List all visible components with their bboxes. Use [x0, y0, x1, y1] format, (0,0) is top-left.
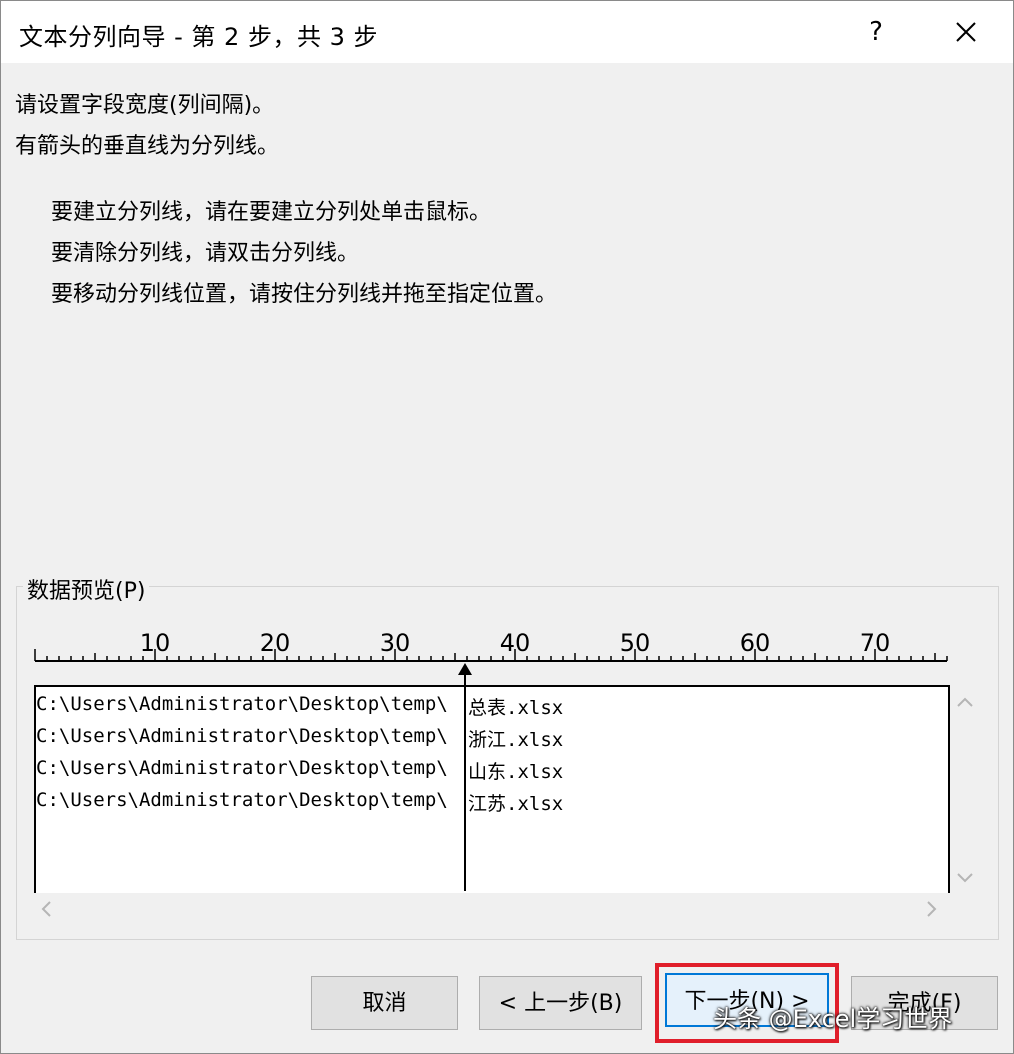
help-button[interactable]: ?	[853, 11, 899, 53]
preview-row-path: C:\Users\Administrator\Desktop\temp\	[36, 693, 448, 715]
data-preview-label: 数据预览(P)	[23, 573, 150, 605]
ruler-number: 20	[259, 629, 291, 657]
column-break-arrow-icon[interactable]	[458, 663, 472, 675]
close-button[interactable]	[941, 11, 991, 53]
instruction-create-break: 要建立分列线，请在要建立分列处单击鼠标。	[51, 200, 492, 225]
preview-row-filename: 总表.xlsx	[468, 697, 564, 719]
instruction-line-1: 请设置字段宽度(列间隔)。	[15, 93, 275, 118]
back-button[interactable]: < 上一步(B)	[479, 976, 642, 1030]
scroll-right-icon[interactable]	[926, 899, 938, 923]
window-title: 文本分列向导 - 第 2 步，共 3 步	[19, 23, 378, 51]
preview-row-filename: 浙江.xlsx	[468, 729, 564, 751]
ruler-number: 40	[499, 629, 531, 657]
preview-row-path: C:\Users\Administrator\Desktop\temp\	[36, 757, 448, 779]
preview-row-path: C:\Users\Administrator\Desktop\temp\	[36, 789, 448, 811]
column-ruler[interactable]: 10 20 30 40 50 60 70	[31, 621, 951, 667]
watermark-text: 头条 @Excel学习世界	[713, 1005, 953, 1033]
instruction-line-2: 有箭头的垂直线为分列线。	[15, 134, 280, 159]
data-preview-pane[interactable]: C:\Users\Administrator\Desktop\temp\ 总表.x…	[34, 685, 950, 893]
instruction-clear-break: 要清除分列线，请双击分列线。	[51, 241, 360, 266]
ruler-number: 50	[619, 629, 651, 657]
cancel-button[interactable]: 取消	[311, 976, 458, 1030]
close-icon	[956, 22, 976, 42]
instruction-move-break: 要移动分列线位置，请按住分列线并拖至指定位置。	[51, 282, 558, 307]
text-to-columns-dialog: 文本分列向导 - 第 2 步，共 3 步 ? 请设置字段宽度(列间隔)。 有箭头…	[0, 0, 1014, 1054]
ruler-number: 70	[859, 629, 891, 657]
scroll-down-icon[interactable]	[956, 865, 974, 889]
preview-row-filename: 山东.xlsx	[468, 761, 564, 783]
ruler-number: 30	[379, 629, 411, 657]
column-break-line[interactable]	[464, 665, 466, 891]
horizontal-scrollbar[interactable]	[34, 897, 946, 921]
vertical-scrollbar[interactable]	[951, 687, 981, 891]
ruler-number: 60	[739, 629, 771, 657]
scroll-left-icon[interactable]	[40, 899, 52, 923]
ruler-number: 10	[139, 629, 171, 657]
preview-row-filename: 江苏.xlsx	[468, 793, 564, 815]
preview-row-path: C:\Users\Administrator\Desktop\temp\	[36, 725, 448, 747]
scroll-up-icon[interactable]	[956, 689, 974, 713]
title-bar: 文本分列向导 - 第 2 步，共 3 步 ?	[1, 1, 1013, 63]
